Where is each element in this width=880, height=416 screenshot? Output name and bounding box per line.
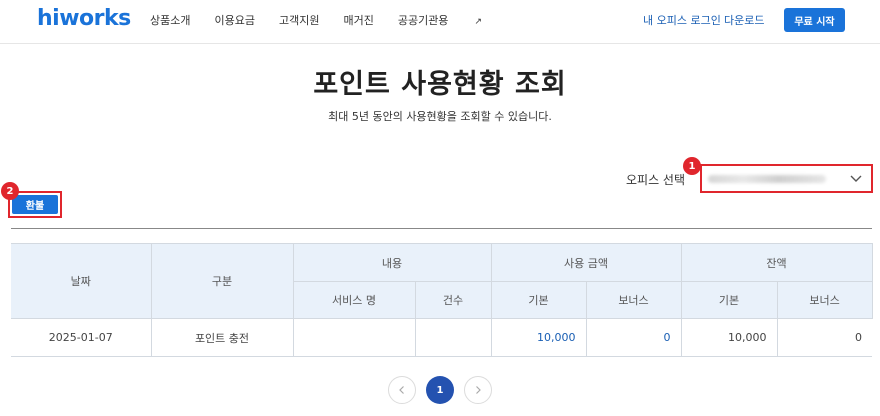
cell-usage-bonus: 0: [585, 318, 682, 357]
download-link[interactable]: 다운로드: [724, 12, 764, 28]
annotation-badge-2: 2: [1, 182, 19, 200]
page-button-current[interactable]: 1: [426, 376, 454, 404]
th-balance: 잔액: [680, 243, 873, 282]
top-header: hiworks 상품소개 이용요금 고객지원 매거진 공공기관용 ↗ 내 오피스 …: [0, 0, 880, 44]
cell-usage-basic: 10,000: [490, 318, 586, 357]
next-page-button[interactable]: [464, 376, 492, 404]
cell-balance-basic: 10,000: [680, 318, 778, 357]
office-select-label: 오피스 선택: [626, 173, 686, 187]
free-start-button[interactable]: 무료 시작: [784, 8, 845, 32]
th-balance-basic: 기본: [680, 281, 778, 319]
th-usage-amount: 사용 금액: [490, 243, 682, 282]
th-service-name: 서비스 명: [293, 281, 416, 319]
th-category: 구분: [150, 243, 294, 319]
chevron-left-icon: [399, 386, 404, 394]
nav-item-magazine[interactable]: 매거진: [343, 12, 373, 28]
hiworks-logo[interactable]: hiworks: [37, 6, 131, 31]
th-usage-bonus: 보너스: [585, 281, 682, 319]
office-select-dropdown[interactable]: [700, 164, 873, 193]
cell-category: 포인트 충전: [150, 318, 293, 357]
nav-item-support[interactable]: 고객지원: [279, 12, 319, 28]
chevron-right-icon: [476, 386, 481, 394]
prev-page-button[interactable]: [388, 376, 416, 404]
th-date: 날짜: [11, 243, 152, 319]
nav-item-public-label: 공공기관용: [397, 14, 449, 27]
cell-date: 2025-01-07: [11, 318, 151, 357]
cell-count: [414, 318, 491, 357]
pagination: 1: [388, 376, 502, 404]
nav-item-products[interactable]: 상품소개: [150, 12, 190, 28]
table-row: 2025-01-07 포인트 충전 10,000 0 10,000 0: [11, 318, 873, 357]
annotation-badge-1: 1: [683, 157, 701, 175]
cell-service-name: [292, 318, 415, 357]
office-login-link[interactable]: 내 오피스 로그인: [643, 12, 721, 28]
chevron-down-icon: [850, 175, 862, 182]
page-title: 포인트 사용현황 조회: [313, 69, 567, 100]
page-subtitle: 최대 5년 동안의 사용현황을 조회할 수 있습니다.: [328, 110, 552, 123]
th-usage-basic: 기본: [490, 281, 587, 319]
nav-item-pricing[interactable]: 이용요금: [214, 12, 254, 28]
section-divider: [11, 228, 872, 229]
external-link-icon: ↗: [474, 17, 482, 27]
office-select-value-blurred: [708, 175, 826, 183]
point-usage-table: 날짜 구분 내용 사용 금액 잔액 서비스 명 건수 기본 보너스 기본 보너스…: [11, 243, 873, 357]
main-nav: 상품소개 이용요금 고객지원 매거진 공공기관용 ↗: [150, 12, 530, 28]
th-count: 건수: [414, 281, 492, 319]
th-balance-bonus: 보너스: [776, 281, 873, 319]
refund-button[interactable]: 환불: [12, 195, 58, 214]
cell-balance-bonus: 0: [776, 318, 873, 357]
th-content: 내용: [292, 243, 492, 282]
nav-item-public[interactable]: 공공기관용 ↗: [398, 12, 506, 28]
